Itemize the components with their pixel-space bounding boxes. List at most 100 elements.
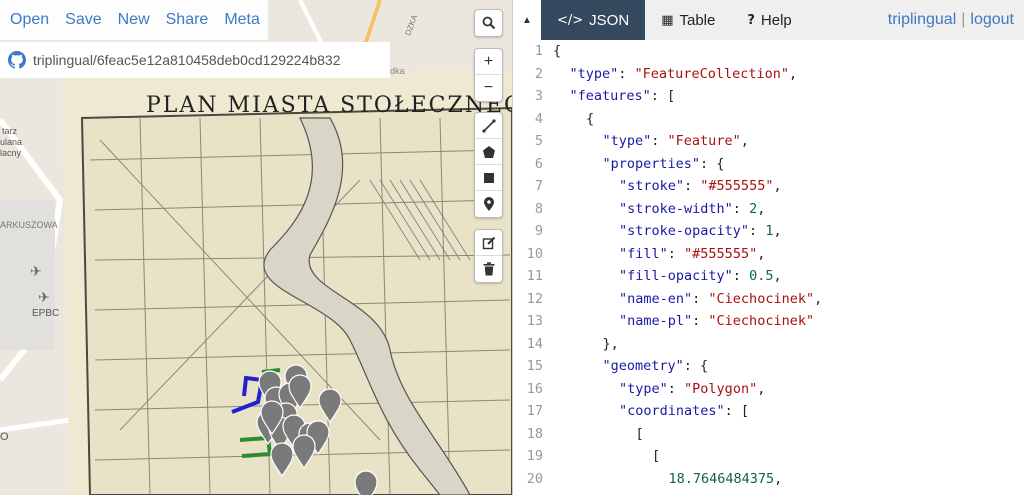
code-line[interactable]: 8 "stroke-width": 2, [513, 198, 1024, 221]
code-text: "type": "Feature", [553, 130, 749, 153]
code-line[interactable]: 4{ [513, 108, 1024, 131]
line-number: 2 [534, 65, 543, 82]
code-token: : [ [724, 403, 750, 419]
code-text: "fill-opacity": 0.5, [553, 265, 782, 288]
code-text: { [553, 40, 561, 63]
draw-rectangle-button[interactable] [475, 165, 502, 191]
line-number: 5 [534, 133, 543, 149]
code-token: , [814, 290, 823, 307]
map-pane[interactable]: PLAN MIASTA STOŁECZNEGO W tarz ulana lac… [0, 0, 512, 495]
code-token: "properties" [602, 155, 701, 172]
gist-link-bar[interactable]: triplingual/6feac5e12a810458deb0cd129224… [0, 42, 390, 78]
menu-new[interactable]: New [110, 0, 158, 40]
tab-bar: </> JSON ▦ Table ? Help triplingual | lo… [541, 0, 1024, 40]
code-token: "FeatureCollection" [634, 65, 789, 82]
draw-polygon-button[interactable] [475, 139, 502, 165]
code-token: , [788, 65, 798, 82]
line-number: 13 [526, 313, 543, 329]
code-line[interactable]: 5 "type": "Feature", [513, 130, 1024, 153]
map-label-tarz: tarz [2, 126, 18, 136]
map-marker[interactable] [354, 470, 378, 495]
code-token: "stroke" [619, 178, 685, 194]
draw-polygon-icon [482, 145, 495, 158]
code-token: : [667, 380, 685, 397]
code-line[interactable]: 12 "name-en": "Ciechocinek", [513, 288, 1024, 311]
tab-table[interactable]: ▦ Table [645, 0, 731, 40]
tab-json-label: JSON [589, 11, 630, 29]
code-text: [ [553, 423, 644, 446]
code-line[interactable]: 11 "fill-opacity": 0.5, [513, 265, 1024, 288]
map-title: PLAN MIASTA STOŁECZNEGO W [146, 93, 512, 118]
code-line[interactable]: 16 "type": "Polygon", [513, 378, 1024, 401]
code-token: , [773, 268, 782, 284]
edit-layers-button[interactable] [475, 230, 502, 256]
code-token: "features" [569, 88, 651, 104]
line-number: 16 [526, 380, 543, 397]
gist-id[interactable]: triplingual/6feac5e12a810458deb0cd129224… [33, 52, 341, 68]
draw-marker-button[interactable] [475, 191, 502, 217]
tab-json[interactable]: </> JSON [541, 0, 646, 40]
edit-icon [482, 236, 495, 249]
code-text: }, [553, 333, 619, 356]
map-label-o: O [0, 431, 9, 443]
code-token: "type" [602, 133, 652, 149]
line-number: 7 [534, 178, 543, 194]
draw-line-button[interactable] [475, 113, 502, 139]
code-line[interactable]: 20 18.7646484375, [513, 468, 1024, 491]
code-line[interactable]: 6 "properties": { [513, 153, 1024, 176]
code-token: , [773, 223, 782, 239]
username-link[interactable]: triplingual [888, 11, 956, 29]
draw-line-icon [481, 118, 496, 133]
menu-save[interactable]: Save [57, 0, 109, 40]
auth-area: triplingual | logout [888, 0, 1024, 40]
code-line[interactable]: 13 "name-pl": "Ciechocinek" [513, 310, 1024, 333]
zoom-in-button[interactable]: + [475, 49, 502, 75]
json-code-editor[interactable]: 1{2 "type": "FeatureCollection", 3 "feature… [513, 40, 1024, 495]
code-line[interactable]: 10 "fill": "#555555", [513, 243, 1024, 266]
code-line[interactable]: 3 "features": [ [513, 85, 1024, 108]
line-number: 4 [534, 110, 543, 127]
airport-icon: ✈ [30, 264, 42, 280]
search-button[interactable] [475, 10, 502, 36]
code-token: : [ [650, 88, 676, 104]
code-line[interactable]: 15 "geometry": { [513, 355, 1024, 378]
code-token: , [774, 470, 783, 487]
code-line[interactable]: 7 "stroke": "#555555", [513, 175, 1024, 198]
tab-help[interactable]: ? Help [731, 0, 807, 40]
zoom-out-button[interactable]: − [475, 75, 502, 101]
menu-open[interactable]: Open [2, 0, 57, 40]
code-line[interactable]: 19 [ [513, 445, 1024, 468]
code-text: "stroke": "#555555", [553, 175, 782, 198]
code-token: "Polygon" [684, 380, 758, 397]
code-token: }, [602, 335, 619, 352]
code-line[interactable]: 2 "type": "FeatureCollection", [513, 63, 1024, 86]
draw-rectangle-icon [483, 172, 494, 183]
line-number: 6 [534, 155, 543, 172]
code-token: , [773, 178, 782, 194]
map-label-lacny: lacny [0, 148, 22, 158]
menu-share[interactable]: Share [158, 0, 217, 40]
line-number: 3 [534, 88, 543, 104]
code-token: : [651, 133, 668, 149]
menu-meta[interactable]: Meta [216, 0, 268, 40]
code-text: "fill": "#555555", [553, 243, 765, 266]
line-number: 12 [526, 290, 543, 307]
code-token: "Ciechocinek" [708, 313, 815, 329]
delete-layers-button[interactable] [475, 256, 502, 282]
collapse-pane-button[interactable]: ▲ [513, 0, 541, 40]
code-line[interactable]: 1{ [513, 40, 1024, 63]
code-line[interactable]: 17 "coordinates": [ [513, 400, 1024, 423]
code-line[interactable]: 9 "stroke-opacity": 1, [513, 220, 1024, 243]
table-icon: ▦ [661, 12, 674, 28]
code-token: : [692, 313, 709, 329]
collapse-arrow-icon: ▲ [522, 14, 532, 26]
line-number: 17 [526, 403, 543, 419]
code-token: : [749, 223, 766, 239]
logout-link[interactable]: logout [970, 11, 1014, 29]
code-token: "stroke-width" [619, 200, 733, 217]
code-line[interactable]: 14}, [513, 333, 1024, 356]
code-token: 18.7646484375 [668, 470, 775, 487]
code-token: : { [700, 155, 725, 172]
airport-terminal-icon: ✈ [38, 290, 50, 306]
code-line[interactable]: 18 [ [513, 423, 1024, 446]
